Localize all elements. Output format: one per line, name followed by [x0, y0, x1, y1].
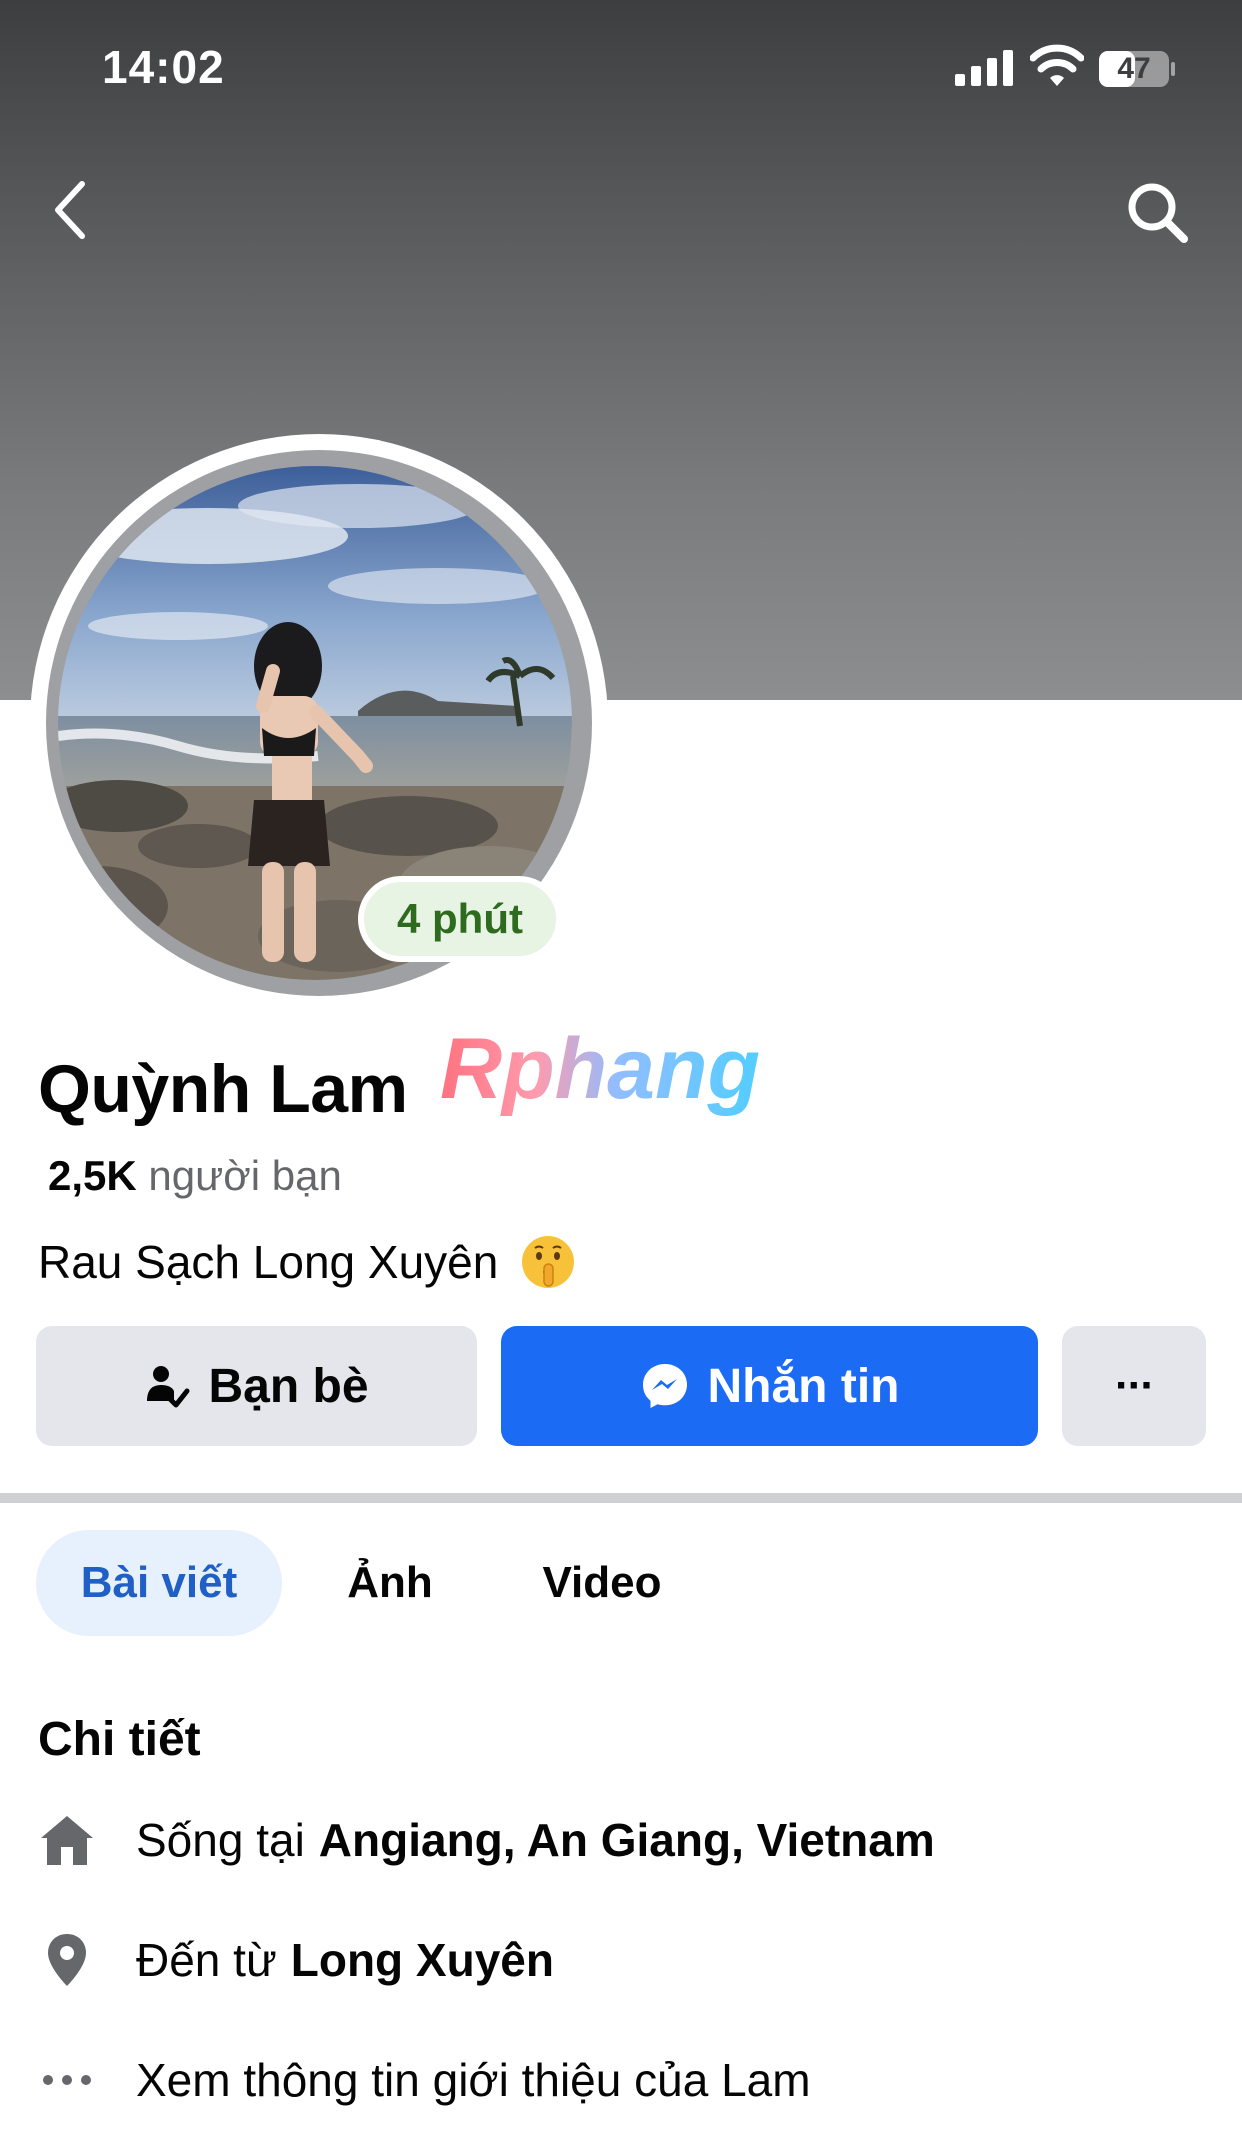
location-pin-icon [38, 1931, 96, 1989]
detail-from: Đến từ Long Xuyên [38, 1920, 554, 2000]
from-prefix: Đến từ [136, 1934, 277, 1986]
friends-count-label: người bạn [148, 1152, 342, 1199]
details-title: Chi tiết [38, 1713, 201, 1766]
bio-text: Rau Sạch Long Xuyên [38, 1236, 499, 1288]
chevron-left-icon[interactable] [48, 178, 92, 242]
home-icon [38, 1811, 96, 1869]
friends-button-label: Bạn bè [208, 1359, 369, 1413]
see-about-label: Xem thông tin giới thiệu của Lam [136, 2054, 811, 2106]
search-icon[interactable] [1122, 178, 1192, 248]
shushing-face-icon [522, 1236, 575, 1288]
more-options-button[interactable]: ··· [1062, 1326, 1206, 1446]
battery-icon: 47 [1098, 50, 1176, 88]
watermark-text: Rphang [440, 1021, 760, 1117]
friends-count[interactable]: 2,5K người bạn [48, 1152, 342, 1200]
tab-posts[interactable]: Bài viết [36, 1530, 282, 1636]
profile-name: Quỳnh Lam [38, 1051, 408, 1127]
from-value[interactable]: Long Xuyên [291, 1933, 554, 1987]
watermark-logo: Rphang [440, 1021, 760, 1117]
tab-video[interactable]: Video [518, 1530, 686, 1636]
message-button-label: Nhắn tin [707, 1359, 900, 1413]
status-bar: 14:02 47 [0, 0, 1242, 130]
signal-icon [955, 50, 1013, 86]
friend-check-icon [147, 1366, 190, 1408]
friends-button[interactable]: Bạn bè [36, 1326, 477, 1446]
messenger-icon [642, 1364, 687, 1408]
profile-bio: Rau Sạch Long Xuyên [38, 1232, 578, 1292]
see-about-link[interactable]: Xem thông tin giới thiệu của Lam [38, 2040, 811, 2120]
battery-level: 47 [1117, 52, 1151, 85]
friends-count-number: 2,5K [48, 1152, 137, 1199]
wifi-icon [1030, 44, 1084, 86]
more-dots-icon [38, 2051, 96, 2109]
detail-lives-in: Sống tại Angiang, An Giang, Vietnam [38, 1800, 935, 1880]
more-dots-icon: ··· [1115, 1361, 1155, 1410]
story-time-badge[interactable]: 4 phút [358, 876, 562, 962]
lives-prefix: Sống tại [136, 1814, 305, 1866]
section-divider [0, 1493, 1242, 1503]
status-time: 14:02 [102, 41, 225, 93]
lives-value[interactable]: Angiang, An Giang, Vietnam [319, 1813, 935, 1867]
message-button[interactable]: Nhắn tin [501, 1326, 1038, 1446]
tab-photos[interactable]: Ảnh [320, 1530, 460, 1636]
